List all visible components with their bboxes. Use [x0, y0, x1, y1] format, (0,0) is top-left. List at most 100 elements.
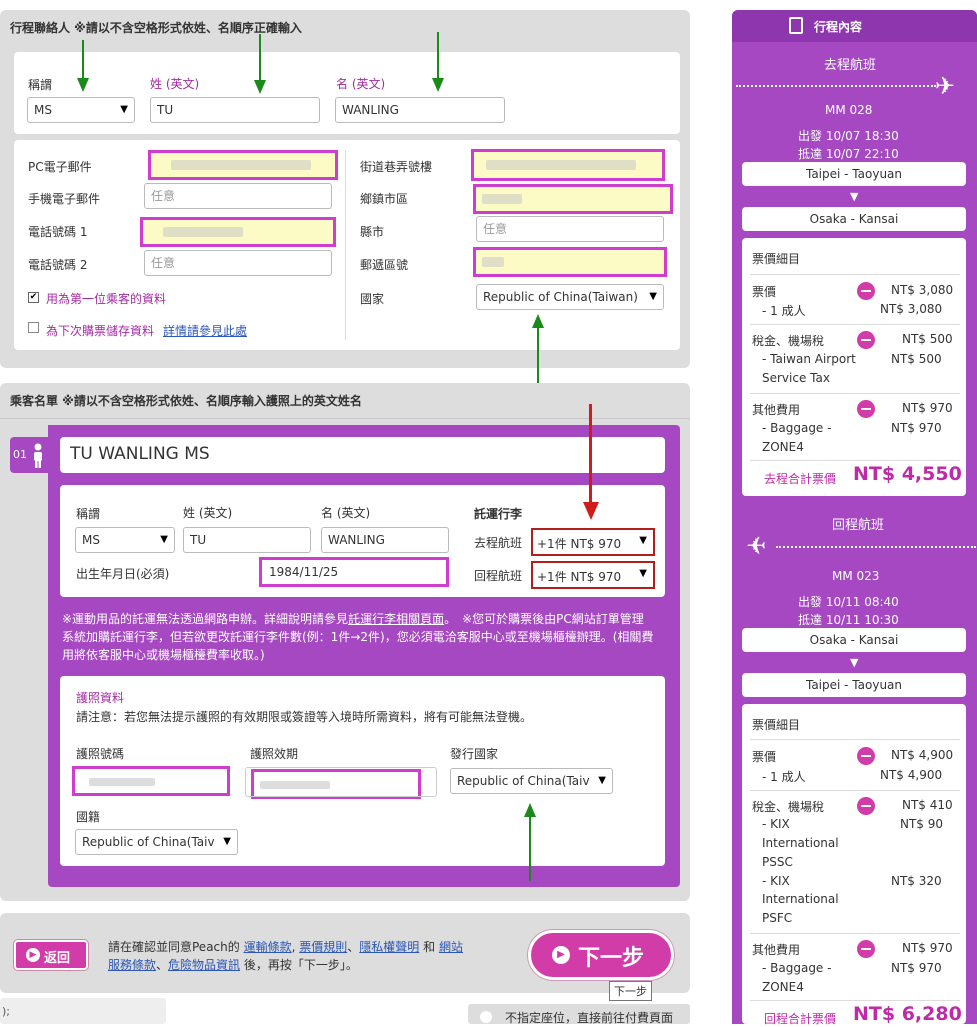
passenger-title-select[interactable]: MS ▼ [75, 527, 175, 553]
phone1-field[interactable] [140, 217, 336, 247]
separator [750, 739, 960, 740]
separator [750, 460, 960, 461]
district-label: 鄉鎮市區 [360, 192, 409, 206]
agree-text-2: 後，再按「下一步」。 [243, 958, 358, 972]
outbound-other-sub1: - Baggage - [762, 421, 832, 435]
outbound-total-amount: NT$ 4,550 [853, 463, 962, 485]
country-select[interactable]: Republic of China(Taiwan) ▼ [476, 284, 664, 310]
outbound-fare-amount: NT$ 3,080 [891, 283, 954, 297]
outbound-tax-label: 稅金、機場稅 [752, 334, 825, 348]
dotted-line [776, 546, 976, 548]
remove-other-icon[interactable] [857, 400, 875, 418]
use-first-passenger-checkbox[interactable]: ✔ [28, 292, 39, 303]
separator [750, 1000, 960, 1001]
dob-input[interactable]: 1984/11/25 [259, 557, 449, 587]
issuing-country-select[interactable]: Republic of China(Taiv ▼ [450, 768, 613, 794]
nationality-label: 國籍 [76, 810, 101, 824]
return-fare-amount: NT$ 4,900 [891, 748, 954, 762]
return-arrive: 抵達 10/11 10:30 [798, 613, 899, 627]
return-total-label: 回程合計票價 [764, 1012, 837, 1026]
contact-surname-label: 姓 (英文) [150, 77, 200, 91]
chevron-down-icon: ▼ [223, 836, 231, 847]
city-field[interactable]: 任意 [476, 216, 664, 242]
street-field[interactable] [471, 149, 665, 181]
passenger-surname-input[interactable]: TU [183, 527, 311, 553]
and-text: 和 [423, 940, 436, 954]
outbound-other-amount: NT$ 970 [902, 401, 953, 415]
passport-note: 請注意：若您無法提示護照的有效期限或簽證等入境時所需資料，將有可能無法登機。 [76, 710, 533, 724]
back-button-label: 返回 [44, 951, 71, 966]
link-terms[interactable]: 運輸條款 [244, 940, 292, 954]
outbound-total-label: 去程合計票價 [764, 472, 837, 486]
mobile-email-field[interactable]: 任意 [144, 183, 332, 209]
chevron-down-icon: ▼ [639, 568, 647, 579]
return-tax-sub2: International [762, 836, 839, 850]
link-fare-rules[interactable]: 票價規則 [299, 940, 347, 954]
postal-label: 郵遞區號 [360, 258, 409, 272]
annotation-arrow [437, 32, 439, 80]
link-privacy[interactable]: 隱私權聲明 [359, 940, 419, 954]
phone2-field[interactable]: 任意 [144, 250, 332, 276]
passport-number-input[interactable] [72, 766, 230, 796]
baggage-notice: ※運動用品的託運無法透過網路申辦。詳細說明請參見託運行李相關頁面。 ※您可於購票… [62, 610, 682, 664]
save-next-label[interactable]: 為下次購票儲存資料 [46, 322, 154, 339]
passenger-given-input[interactable]: WANLING [321, 527, 449, 553]
airplane-icon: ✈ [935, 72, 956, 100]
outbound-fare-box [742, 238, 966, 496]
passenger-number: 01 [13, 448, 27, 461]
outbound-baggage-select[interactable]: +1件 NT$ 970 ▼ [531, 528, 655, 556]
contact-title-select[interactable]: MS ▼ [27, 97, 135, 123]
separator [750, 393, 960, 394]
return-fare-sub-amount: NT$ 4,900 [880, 768, 943, 782]
contact-given-input[interactable]: WANLING [335, 97, 505, 123]
return-baggage-select[interactable]: +1件 NT$ 970 ▼ [531, 561, 655, 589]
return-other-amount: NT$ 970 [902, 941, 953, 955]
phone2-label: 電話號碼 2 [28, 258, 88, 272]
link-site[interactable]: 網站 [439, 940, 463, 954]
annotation-arrow-head [77, 78, 89, 92]
return-heading: 回程航班 [832, 518, 885, 533]
link-service[interactable]: 服務條款 [108, 958, 156, 972]
annotation-arrow [537, 326, 539, 390]
chevron-down-icon: ▼ [649, 291, 657, 302]
down-arrow-icon: ▼ [850, 656, 859, 669]
passenger-section-title: 乘客名單 ※請以不含空格形式依姓、名順序輸入護照上的英文姓名 [10, 394, 362, 408]
remove-other-icon[interactable] [857, 940, 875, 958]
link-dangerous-goods[interactable]: 危險物品資訊 [168, 958, 240, 972]
skip-seat-text: 不指定座位，直接前往付費頁面 [505, 1011, 674, 1025]
outbound-arrive: 抵達 10/07 22:10 [798, 147, 899, 161]
passenger-title-label: 稱謂 [76, 507, 101, 521]
mobile-email-label: 手機電子郵件 [28, 192, 101, 206]
pc-email-label: PC電子郵件 [28, 160, 92, 174]
outbound-heading: 去程航班 [824, 58, 877, 73]
return-depart: 出發 10/11 08:40 [798, 595, 899, 609]
airplane-icon: ✈ [746, 532, 767, 560]
nationality-select[interactable]: Republic of China(Taiv ▼ [75, 829, 238, 855]
use-first-passenger-label[interactable]: 用為第一位乘客的資料 [46, 290, 166, 307]
skip-seat-icon [480, 1011, 492, 1023]
district-field[interactable] [473, 184, 673, 214]
save-next-checkbox[interactable] [28, 322, 39, 333]
chevron-down-icon: ▼ [120, 104, 128, 115]
remove-tax-icon[interactable] [857, 797, 875, 815]
return-tax-sub-amount2: NT$ 320 [891, 874, 942, 888]
return-fare-title: 票價細目 [752, 718, 801, 732]
agreement-text: 請在確認並同意Peach的 運輸條款, 票價規則、隱私權聲明 和 網站 服務條款… [108, 940, 463, 972]
return-other-sub2: ZONE4 [762, 980, 804, 994]
details-link[interactable]: 詳情請參見此處 [163, 322, 247, 339]
return-tax-sub1: - KIX [762, 817, 790, 831]
return-fare-sub: - 1 成人 [762, 770, 806, 784]
baggage-title: 託運行李 [474, 507, 523, 521]
remove-fare-icon[interactable] [857, 747, 875, 765]
remove-tax-icon[interactable] [857, 331, 875, 349]
return-tax-sub5: International [762, 892, 839, 906]
postal-field[interactable] [473, 247, 667, 277]
outbound-baggage-label: 去程航班 [474, 536, 523, 550]
baggage-page-link[interactable]: 託運行李相關頁面 [348, 612, 444, 626]
remove-fare-icon[interactable] [857, 282, 875, 300]
return-to: Taipei - Taoyuan [742, 673, 966, 697]
return-other-label: 其他費用 [752, 943, 801, 957]
contact-surname-input[interactable]: TU [150, 97, 320, 123]
person-icon [32, 443, 44, 469]
pc-email-field[interactable] [148, 150, 338, 180]
